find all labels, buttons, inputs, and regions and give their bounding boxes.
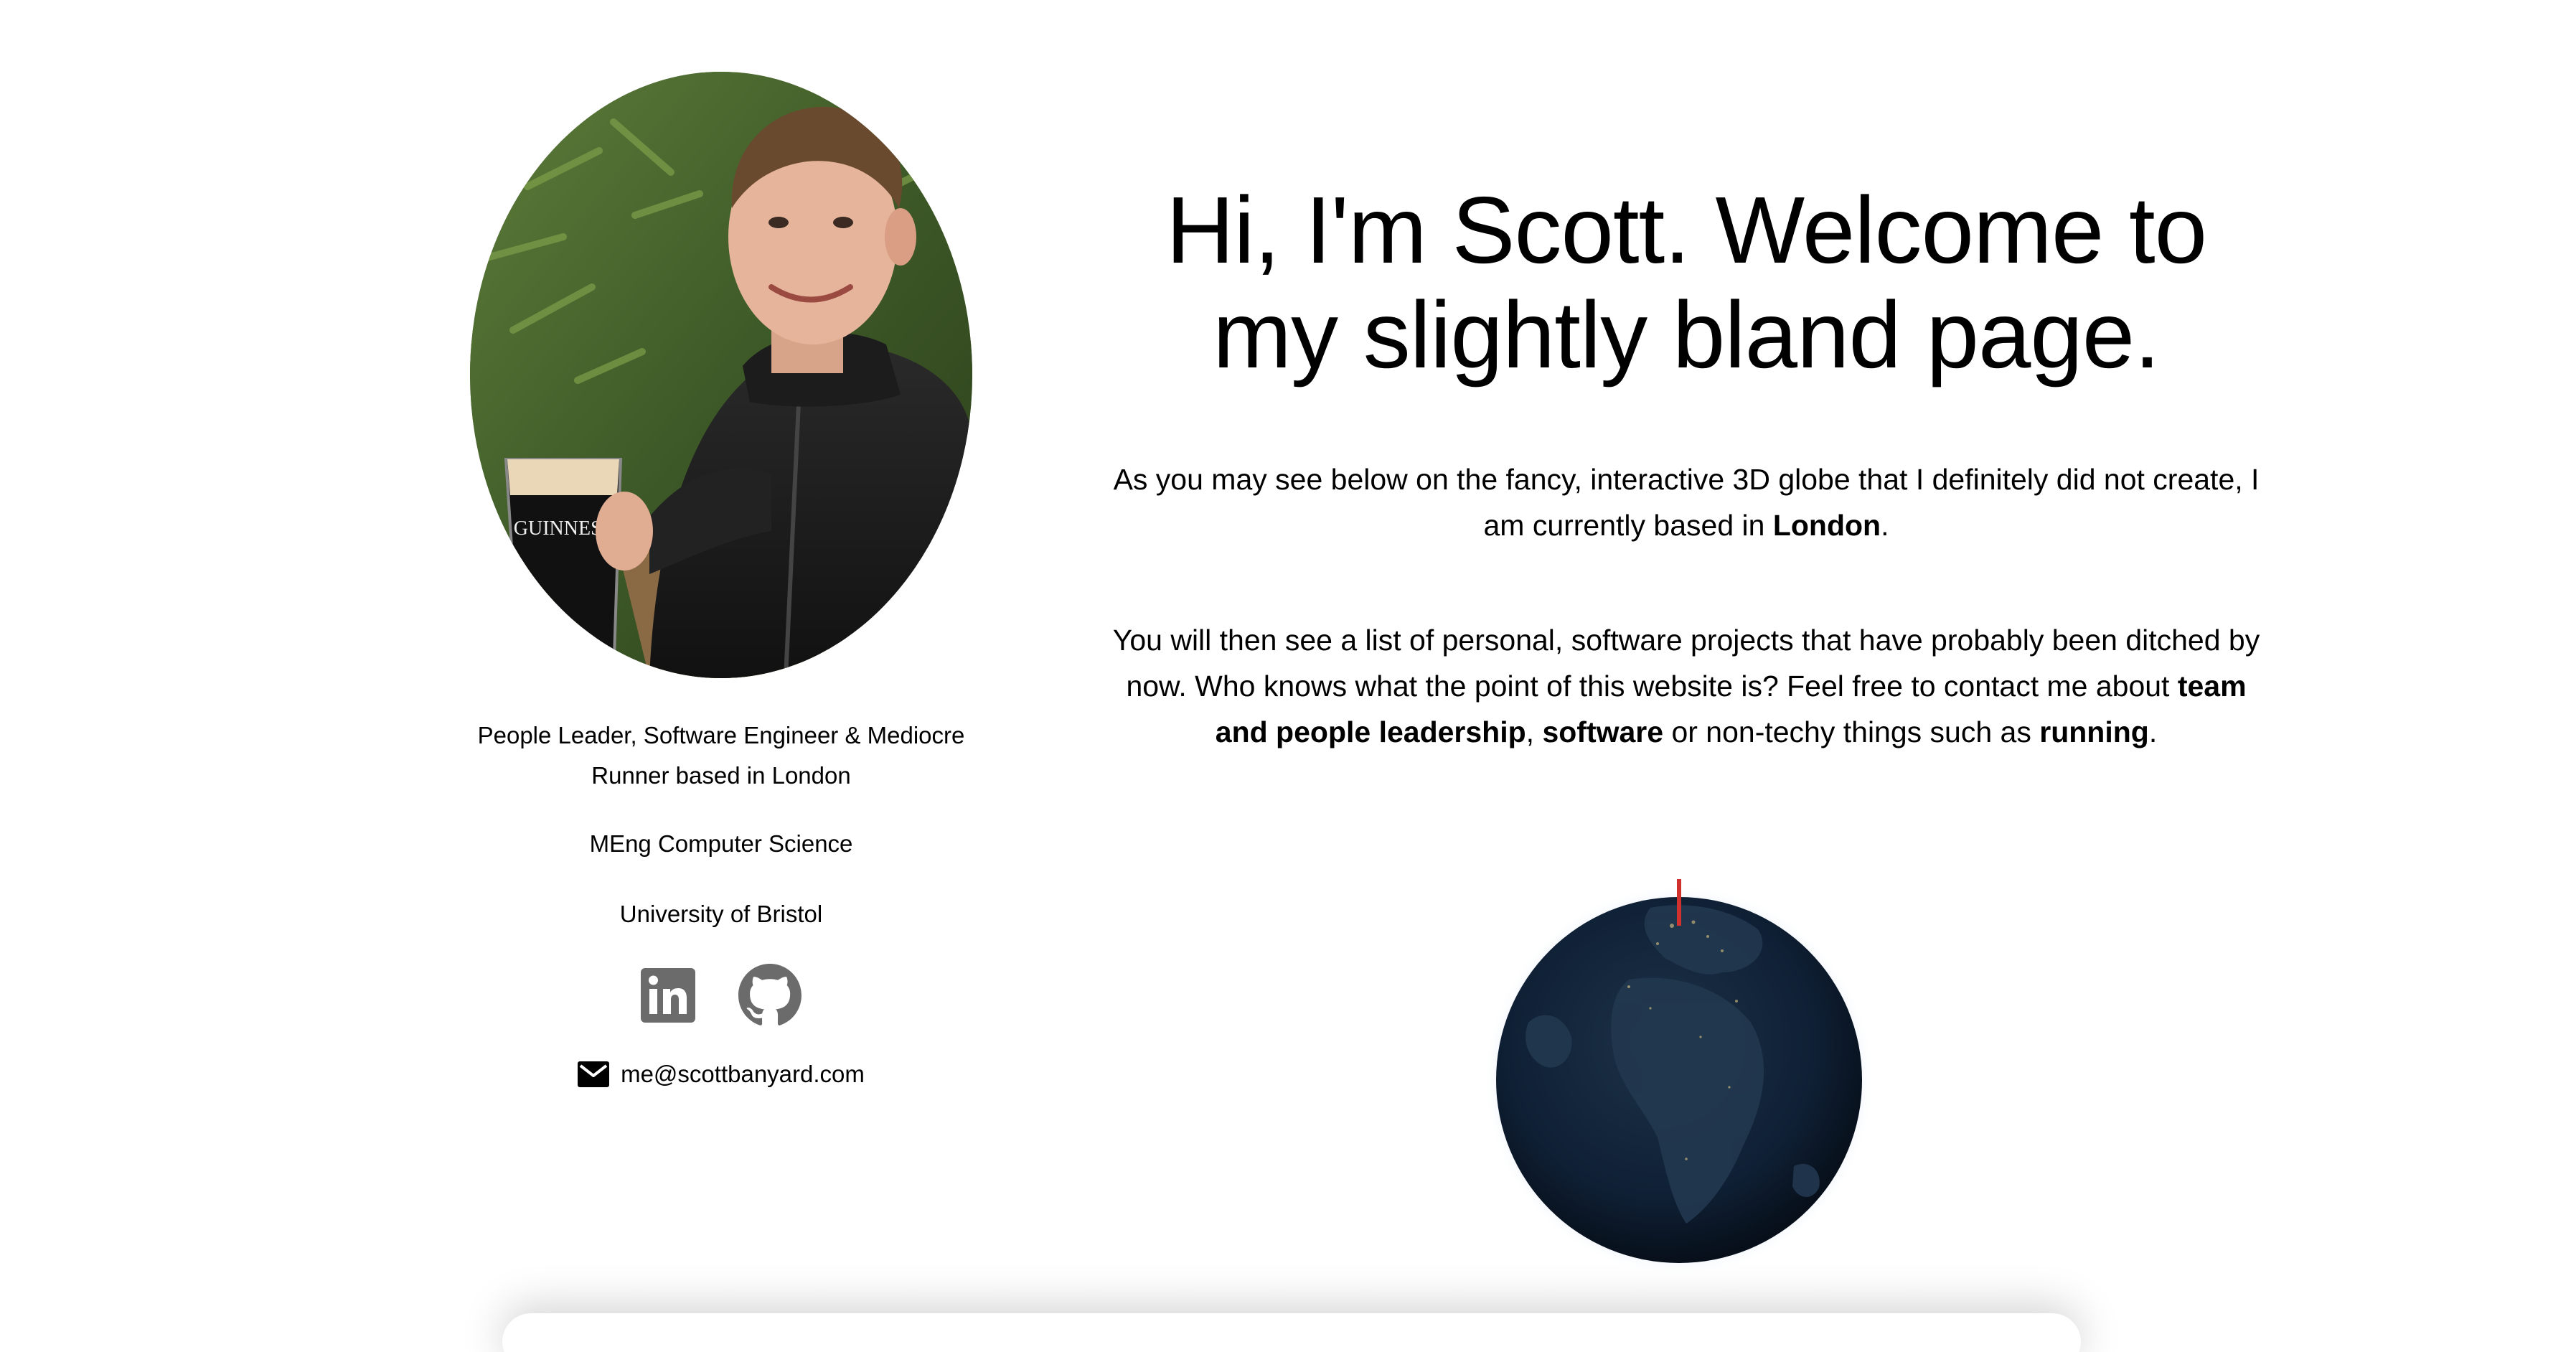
location-end: .: [1881, 509, 1889, 542]
page: GUINNESS People Leader, Software Enginee…: [0, 0, 2576, 1352]
intro-column: Hi, I'm Scott. Welcome to my slightly bl…: [1105, 178, 2267, 755]
avatar: GUINNESS: [470, 72, 972, 678]
interactive-globe[interactable]: [1484, 858, 1887, 1275]
location-text: As you may see below on the fancy, inter…: [1113, 463, 2260, 542]
university: University of Bristol: [619, 901, 823, 927]
projects-paragraph: You will then see a list of personal, so…: [1105, 617, 2267, 755]
projects-text-1: You will then see a list of personal, so…: [1112, 624, 2260, 703]
github-icon: [738, 964, 802, 1025]
mail-icon: [578, 1061, 610, 1087]
social-links: [641, 964, 802, 1031]
degree: MEng Computer Science: [589, 830, 853, 857]
page-title: Hi, I'm Scott. Welcome to my slightly bl…: [1165, 177, 2207, 388]
projects-card-edge: [502, 1313, 2081, 1352]
avatar-photo: GUINNESS: [470, 72, 972, 678]
email-link[interactable]: me@scottbanyard.com: [578, 1061, 865, 1088]
profile-column: GUINNESS People Leader, Software Enginee…: [431, 72, 1012, 1088]
linkedin-icon: [641, 968, 695, 1023]
location-paragraph: As you may see below on the fancy, inter…: [1105, 456, 2267, 548]
github-link[interactable]: [738, 964, 802, 1031]
projects-bold-3: running: [2039, 715, 2149, 748]
linkedin-link[interactable]: [641, 968, 695, 1026]
projects-text-4: .: [2148, 715, 2158, 748]
projects-text-3: or non-techy things such as: [1663, 715, 2040, 748]
tagline: People Leader, Software Engineer & Medio…: [477, 722, 965, 789]
projects-text-2: ,: [1526, 715, 1543, 748]
projects-bold-2: software: [1542, 715, 1664, 748]
email-text: me@scottbanyard.com: [621, 1061, 865, 1087]
location-bold: London: [1772, 509, 1881, 542]
globe-canvas[interactable]: [1484, 858, 1887, 1275]
